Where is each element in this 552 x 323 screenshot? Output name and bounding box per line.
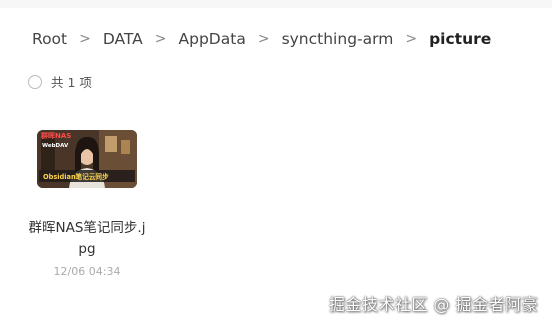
breadcrumb-separator: > <box>257 31 270 47</box>
selection-summary: 共 1 项 <box>28 72 92 91</box>
breadcrumb-appdata[interactable]: AppData <box>179 30 246 48</box>
file-name[interactable]: 群晖NAS笔记同步.jpg <box>28 218 146 260</box>
item-count-label: 共 1 项 <box>51 75 92 90</box>
watermark: 掘金技术社区 @ 掘金者阿豪 <box>328 295 538 314</box>
breadcrumb-data[interactable]: DATA <box>103 30 143 48</box>
breadcrumb-syncthing-arm[interactable]: syncthing-arm <box>282 30 394 48</box>
breadcrumb-separator: > <box>79 31 91 47</box>
breadcrumb-separator: > <box>154 31 167 47</box>
select-all-radio[interactable] <box>28 74 42 89</box>
top-divider <box>0 0 552 8</box>
breadcrumb-separator: > <box>405 31 418 47</box>
breadcrumb-current-folder: picture <box>429 30 492 48</box>
thumbnail-image: 群晖NAS WebDAV Obsidian笔记云同步 <box>37 130 137 188</box>
breadcrumb: Root > DATA > AppData > syncthing-arm > … <box>32 28 491 50</box>
thumbnail-subtitle: WebDAV <box>42 143 69 149</box>
breadcrumb-root[interactable]: Root <box>32 30 67 48</box>
thumbnail-title: 群晖NAS <box>41 131 71 140</box>
image-thumbnail[interactable]: 群晖NAS WebDAV Obsidian笔记云同步 <box>37 130 137 188</box>
thumbnail-caption: Obsidian笔记云同步 <box>43 172 109 181</box>
file-modified-date: 12/06 04:34 <box>53 265 121 278</box>
